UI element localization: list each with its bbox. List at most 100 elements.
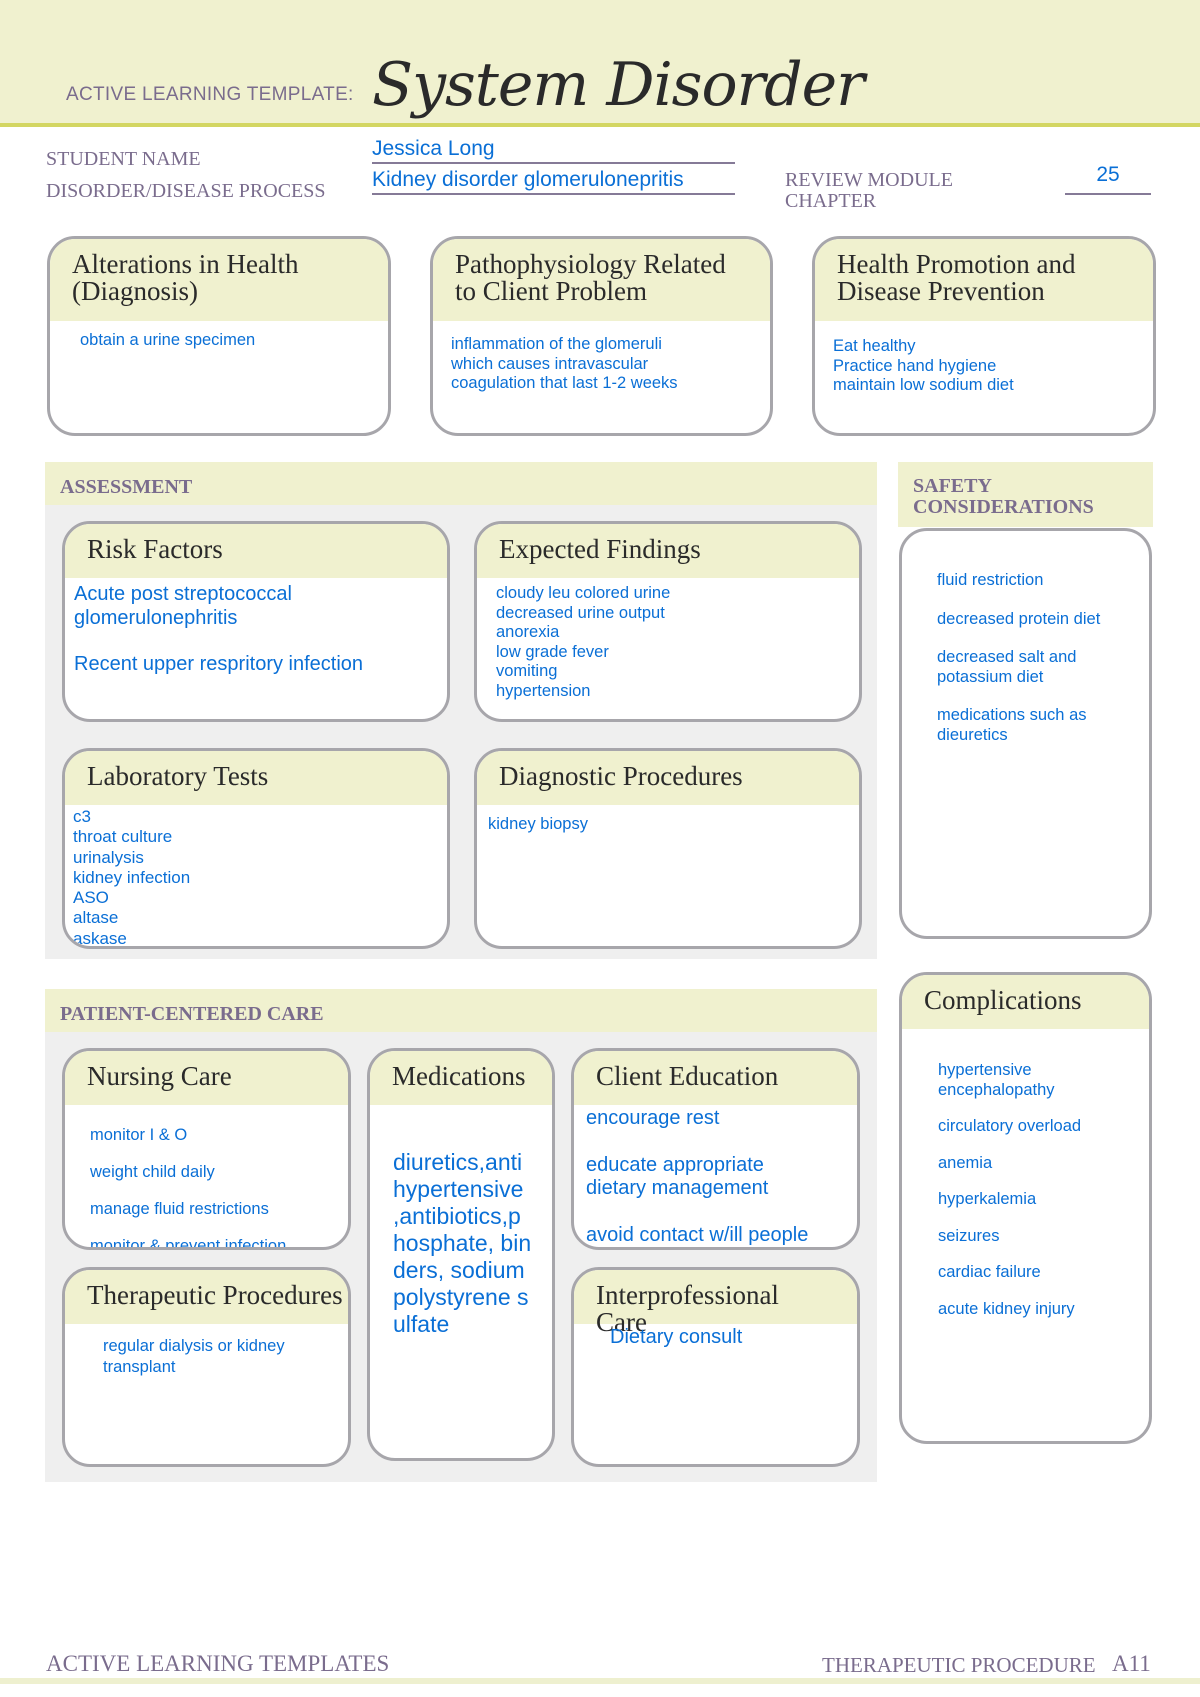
box-content[interactable]: Dietary consult [574,1324,857,1352]
entry: Dietary consult [610,1326,743,1348]
box-title: Expected Findings [477,524,859,578]
entry: askase [73,928,127,948]
safety-header: SAFETY CONSIDERATIONS [898,462,1153,527]
entry: inflammation of the glomeruli [451,335,662,353]
box-content[interactable]: kidney biopsy [477,805,859,845]
entry: Recent upper respritory infection [74,653,364,675]
safety-box[interactable]: fluid restriction decreased protein diet d… [899,528,1152,939]
box-content[interactable]: encourage rest educate appropriate dietar… [574,1105,857,1247]
box-title: Diagnostic Procedures [477,751,859,805]
entry: encourage rest [586,1107,720,1129]
box-title: Client Education [574,1051,857,1105]
footer-bar [0,1678,1200,1684]
entry: hypertension [496,681,591,700]
complications-box: Complications hypertensive encephalopath… [899,972,1152,1444]
disorder-label: DISORDER/DISEASE PROCESS [46,180,326,202]
student-name-field[interactable]: Jessica Long [372,137,735,164]
entry: avoid contact w/ill people [586,1224,809,1246]
box-content[interactable]: inflammation of the glomeruli which cause… [433,321,770,408]
entry: anorexia [496,623,560,641]
box-content[interactable]: hypertensive encephalopathy circulatory o… [902,1029,1149,1319]
footer-left: ACTIVE LEARNING TEMPLATES [46,1651,390,1676]
entry: hypertensive encephalopathy [938,1061,1055,1099]
alterations-in-health-box: Alterations in Health (Diagnosis) obtain… [47,236,391,436]
client-education-box: Client Education encourage rest educate a… [571,1048,860,1250]
page-number: A11 [1112,1651,1151,1676]
entry: kidney infection [73,867,191,887]
box-content: fluid restriction decreased protein diet d… [902,531,1149,745]
entry: low grade fever [496,642,609,661]
medications-box: Medications diuretics,anti hypertensive … [367,1048,555,1461]
entry: ASO [73,888,109,908]
entry: decreased urine output [496,603,665,622]
entry: decreased protein diet [937,609,1101,628]
entry: obtain a urine specimen [80,331,256,349]
box-title: Nursing Care [65,1051,348,1105]
box-content[interactable]: cloudy leu colored urine decreased urine … [477,578,859,707]
entry: monitor I & O [90,1126,188,1144]
box-content[interactable]: obtain a urine specimen [50,321,388,361]
entry: seizures [938,1226,1000,1245]
review-module-label: REVIEW MODULE CHAPTER [785,169,953,212]
expected-findings-box: Expected Findings cloudy leu colored uri… [474,521,862,722]
entry: urinalysis [73,847,144,867]
patient-centered-care-header: PATIENT-CENTERED CARE [45,989,877,1032]
entry: maintain low sodium diet [833,376,1014,394]
entry: altase [73,908,119,928]
entry: cloudy leu colored urine [496,584,671,602]
box-content[interactable]: c3 throat culture urinalysis kidney infecti… [65,805,447,948]
box-title: Pathophysiology Related to Client Proble… [433,239,770,321]
entry: coagulation that last 1-2 weeks [451,374,678,392]
box-title: Complications [902,975,1149,1029]
nursing-care-box: Nursing Care monitor I & O weight child d… [62,1048,351,1250]
box-content[interactable]: regular dialysis or kidney transplant [65,1324,348,1378]
entry: monitor & prevent infection [90,1237,287,1250]
entry: diuretics,anti hypertensive ,antibiotics… [393,1149,532,1337]
box-title: Medications [370,1051,552,1105]
entry: vomiting [496,662,558,680]
box-title: Interprofessional Care [574,1270,857,1336]
entry: cardiac failure [938,1263,1041,1281]
entry: throat culture [73,827,173,847]
box-title: Therapeutic Procedures [65,1270,348,1324]
entry: weight child daily [90,1163,215,1181]
entry: anemia [938,1153,993,1172]
entry: c3 [73,807,91,826]
page-title: System Disorder [372,50,865,120]
box-content[interactable]: Acute post streptococcal glomerulonephri… [65,578,447,680]
interprofessional-care-box: Interprofessional Care Dietary consult [571,1267,860,1467]
box-content[interactable]: Eat healthy Practice hand hygiene maintain… [815,321,1153,412]
box-content[interactable]: diuretics,anti hypertensive ,antibiotics… [370,1105,552,1338]
box-title: Risk Factors [65,524,447,578]
therapeutic-procedures-box: Therapeutic Procedures regular dialysis … [62,1267,351,1467]
student-name-label: STUDENT NAME [46,148,201,170]
page: ACTIVE LEARNING TEMPLATE: System Disorde… [0,0,1200,1697]
entry: circulatory overload [938,1117,1082,1135]
entry: kidney biopsy [488,815,588,833]
entry: Practice hand hygiene [833,356,997,375]
entry: acute kidney injury [938,1299,1075,1318]
disorder-field[interactable]: Kidney disorder glomerulonepritis [372,168,735,195]
laboratory-tests-box: Laboratory Tests c3 throat culture urinaly… [62,748,450,949]
health-promotion-box: Health Promotion and Disease Prevention … [812,236,1156,436]
entry: which causes intravascular [451,354,649,373]
entry: hyperkalemia [938,1190,1037,1208]
entry: decreased salt and potassium diet [937,648,1082,686]
box-title: Health Promotion and Disease Prevention [815,239,1153,321]
entry: educate appropriate dietary management [586,1154,770,1199]
header-divider [0,123,1200,127]
assessment-header: ASSESSMENT [45,462,877,505]
entry: fluid restriction [937,571,1044,589]
review-module-field[interactable]: 25 [1065,163,1151,195]
box-title: Laboratory Tests [65,751,447,805]
risk-factors-box: Risk Factors Acute post streptococcal gl… [62,521,450,722]
footer-section: THERAPEUTIC PROCEDURE [822,1653,1096,1677]
box-content[interactable]: monitor I & O weight child daily manage fl… [65,1105,348,1250]
entry: medications such as dieuretics [937,706,1092,744]
entry: Acute post streptococcal glomerulonephri… [74,583,298,629]
pathophysiology-box: Pathophysiology Related to Client Proble… [430,236,773,436]
entry: Eat healthy [833,337,916,355]
diagnostic-procedures-box: Diagnostic Procedures kidney biopsy [474,748,862,949]
template-label: ACTIVE LEARNING TEMPLATE: [66,84,354,105]
entry: regular dialysis or kidney transplant [103,1337,290,1376]
